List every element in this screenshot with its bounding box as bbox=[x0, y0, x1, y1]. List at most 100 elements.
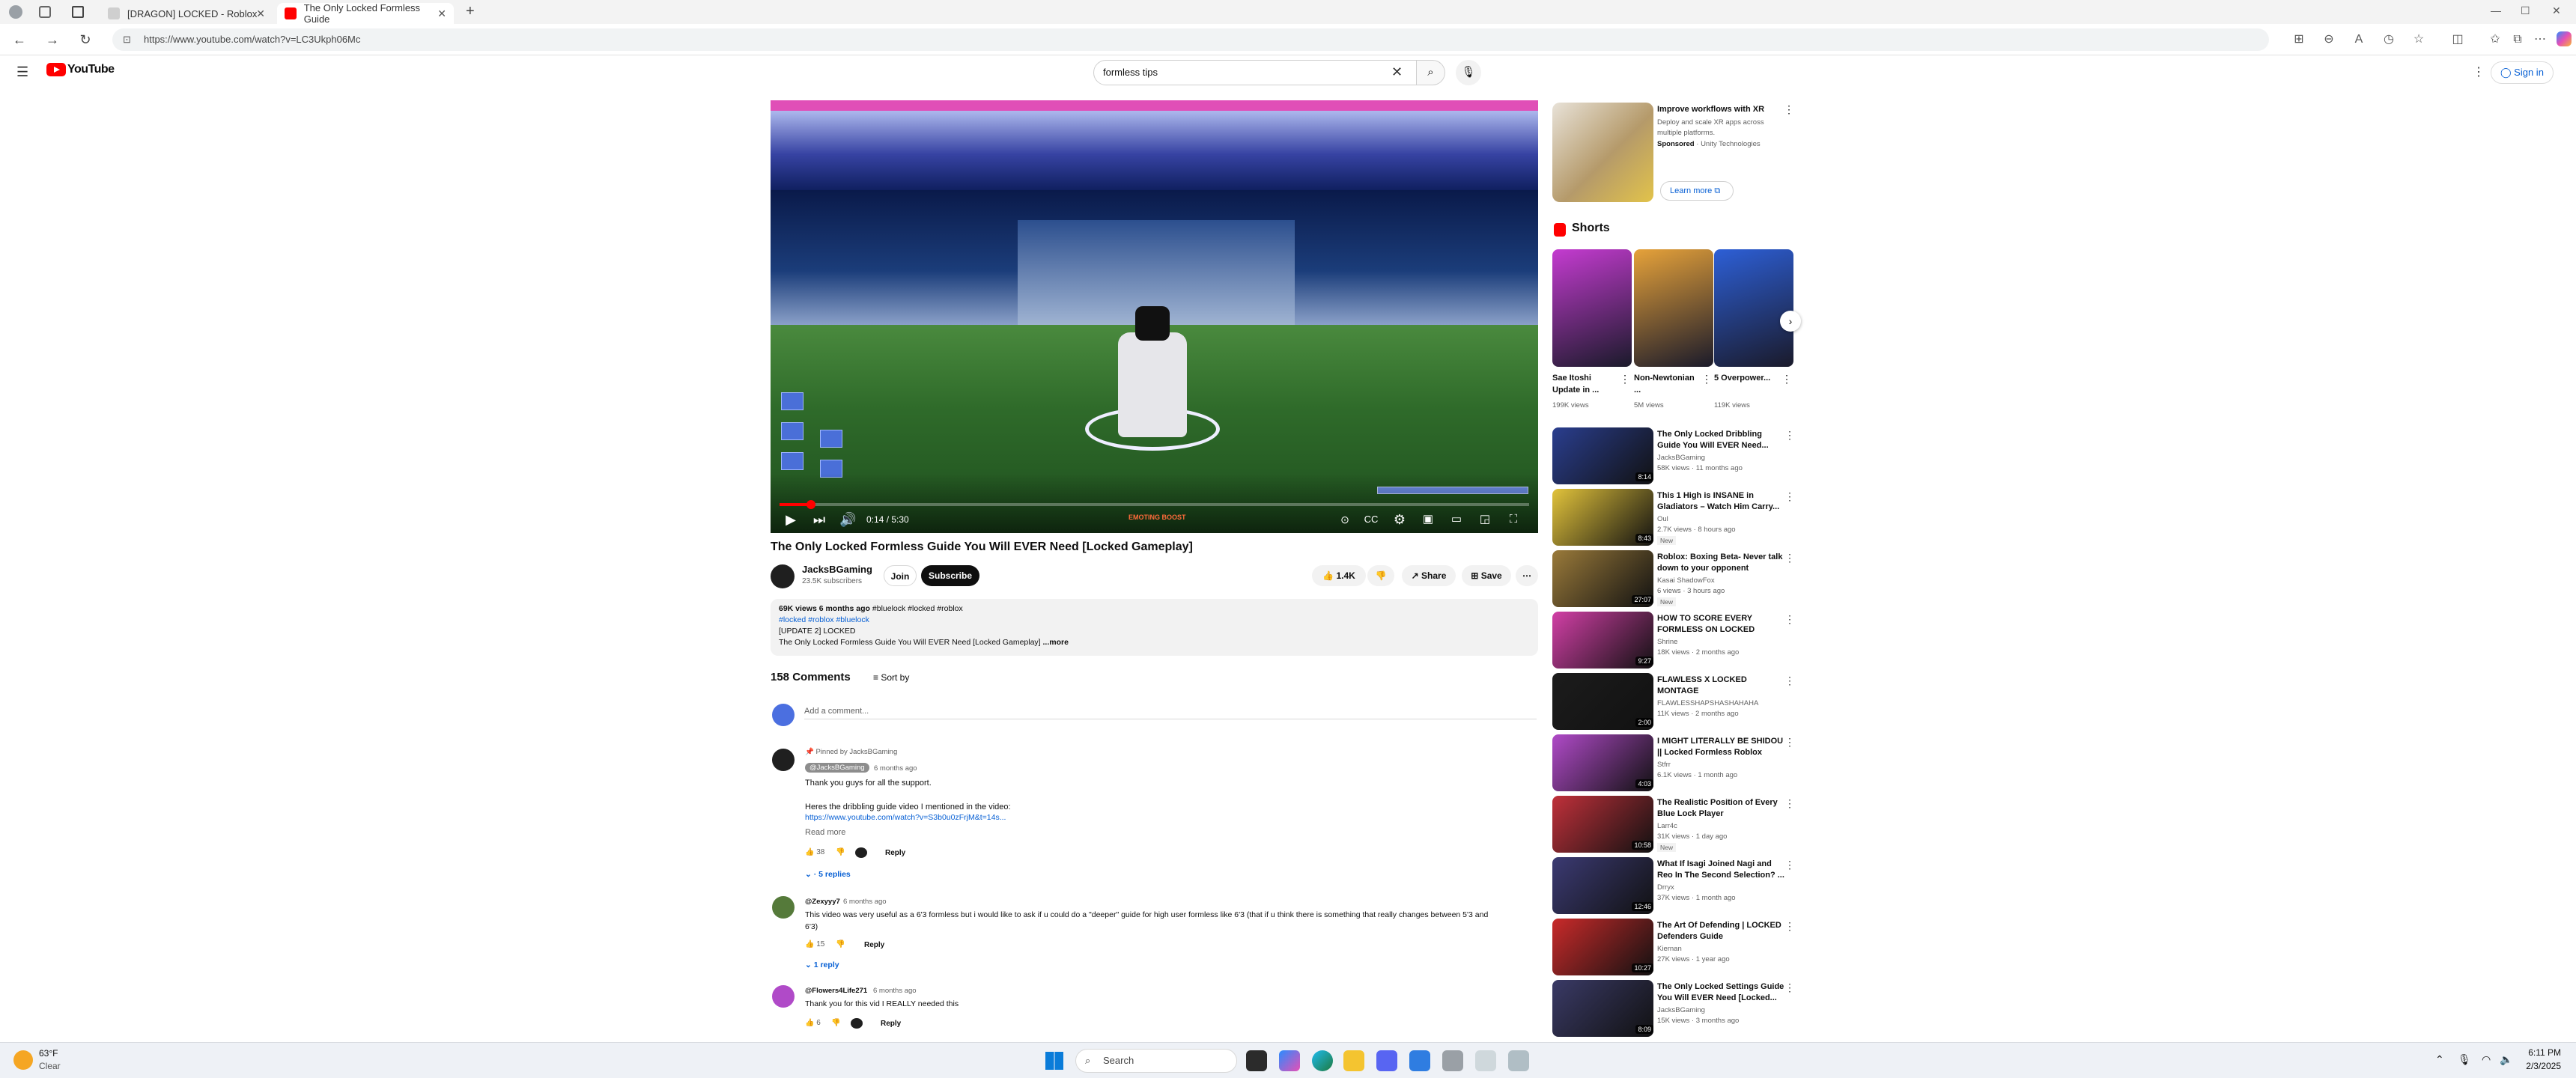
video-channel[interactable]: Larr4c bbox=[1657, 822, 1677, 830]
video-kebab-icon[interactable]: ⋮ bbox=[1784, 920, 1795, 933]
wifi-icon[interactable]: ◠ bbox=[2482, 1053, 2491, 1066]
zoom-icon[interactable]: ⊖ bbox=[2321, 32, 2336, 47]
progress-bar[interactable] bbox=[780, 500, 1529, 509]
forward-icon[interactable]: → bbox=[43, 31, 61, 49]
comment-author[interactable]: @Flowers4Life271 bbox=[805, 987, 867, 995]
video-kebab-icon[interactable]: ⋮ bbox=[1784, 552, 1795, 564]
play-icon[interactable]: ▶ bbox=[783, 511, 799, 529]
app-icon[interactable] bbox=[1475, 1050, 1496, 1071]
close-tab-icon[interactable]: ✕ bbox=[437, 7, 446, 20]
more-actions-button[interactable]: ⋯ bbox=[1516, 565, 1538, 586]
tab-youtube[interactable]: The Only Locked Formless Guide ✕ bbox=[277, 2, 454, 25]
minimize-icon[interactable]: — bbox=[2491, 4, 2501, 16]
ad-kebab-icon[interactable]: ⋮ bbox=[1784, 103, 1794, 116]
app-available-icon[interactable]: ⊞ bbox=[2291, 32, 2306, 47]
app-icon[interactable] bbox=[1442, 1050, 1463, 1071]
recommended-video[interactable]: 8:14 The Only Locked Dribbling Guide You … bbox=[1552, 427, 1807, 484]
recommended-video[interactable]: 8:09 The Only Locked Settings Guide You W… bbox=[1552, 980, 1807, 1037]
view-replies-button[interactable]: ⌄ 1 reply bbox=[805, 960, 839, 969]
settings-more-icon[interactable]: ⋯ bbox=[2533, 32, 2548, 47]
comment-avatar[interactable] bbox=[772, 985, 795, 1008]
channel-name[interactable]: JacksBGaming bbox=[802, 564, 872, 575]
autoplay-toggle-icon[interactable]: ⊙ bbox=[1334, 511, 1356, 529]
short-title[interactable]: Non-Newtonian ... bbox=[1634, 372, 1698, 396]
cast-icon[interactable]: ◲ bbox=[1476, 511, 1494, 529]
short-kebab-icon[interactable]: ⋮ bbox=[1701, 373, 1712, 386]
channel-avatar[interactable] bbox=[771, 564, 795, 588]
recommended-video[interactable]: 9:27 HOW TO SCORE EVERY FORMLESS ON LOCKE… bbox=[1552, 612, 1807, 669]
tab-actions-icon[interactable] bbox=[72, 6, 84, 18]
video-title[interactable]: The Realistic Position of Every Blue Loc… bbox=[1657, 797, 1784, 820]
recommended-video[interactable]: 2:00 FLAWLESS X LOCKED MONTAGE FLAWLESSHAP… bbox=[1552, 673, 1807, 730]
close-tab-icon[interactable]: ✕ bbox=[256, 7, 265, 20]
reload-icon[interactable]: ↻ bbox=[76, 31, 94, 49]
next-icon[interactable]: ⏭ bbox=[811, 511, 827, 529]
dislike-button[interactable]: 👎 bbox=[1367, 565, 1394, 586]
collections-icon[interactable]: ⧉ bbox=[2510, 32, 2525, 47]
favorite-star-icon[interactable]: ☆ bbox=[2411, 32, 2426, 47]
video-title[interactable]: What If Isagi Joined Nagi and Reo In The… bbox=[1657, 859, 1784, 881]
split-screen-icon[interactable]: ◫ bbox=[2450, 32, 2465, 47]
reply-button[interactable]: Reply bbox=[864, 941, 884, 949]
comment-time[interactable]: 6 months ago bbox=[873, 987, 917, 995]
share-button[interactable]: ↗ Share bbox=[1402, 565, 1456, 586]
recommended-video[interactable]: 12:46 What If Isagi Joined Nagi and Reo I… bbox=[1552, 857, 1807, 914]
microphone-icon[interactable]: 🎙 bbox=[2458, 1053, 2471, 1066]
like-button[interactable]: 👍 1.4K bbox=[1312, 565, 1366, 586]
video-channel[interactable]: FLAWLESSHAPSHASHAHAHA bbox=[1657, 699, 1758, 707]
comment-link[interactable]: https://www.youtube.com/watch?v=S3b0u0zF… bbox=[805, 813, 1006, 822]
comment-time[interactable]: 6 months ago bbox=[843, 898, 887, 906]
video-title[interactable]: The Only Locked Settings Guide You Will … bbox=[1657, 981, 1784, 1004]
comment-like-button[interactable]: 👍 15 bbox=[805, 940, 824, 948]
scrubber-handle[interactable] bbox=[806, 500, 816, 509]
recommended-video[interactable]: 8:43 This 1 High is INSANE in Gladiators … bbox=[1552, 489, 1807, 546]
back-icon[interactable]: ← bbox=[10, 31, 28, 49]
video-channel[interactable]: JacksBGaming bbox=[1657, 1006, 1705, 1014]
search-input[interactable]: formless tips bbox=[1093, 60, 1417, 85]
video-kebab-icon[interactable]: ⋮ bbox=[1784, 613, 1795, 626]
add-comment-input[interactable]: Add a comment... bbox=[804, 707, 1537, 719]
video-title[interactable]: The Only Locked Dribbling Guide You Will… bbox=[1657, 429, 1784, 451]
video-player[interactable]: EMOTING BOOST ▶ ⏭ 🔊 0:14 / 5:30 ⊙ CC ⚙ ▣… bbox=[771, 100, 1538, 533]
video-title[interactable]: FLAWLESS X LOCKED MONTAGE bbox=[1657, 674, 1784, 697]
read-aloud-icon[interactable]: A bbox=[2351, 32, 2366, 47]
view-replies-button[interactable]: ⌄ · 5 replies bbox=[805, 870, 851, 879]
video-channel[interactable]: Shrine bbox=[1657, 638, 1677, 646]
reply-button[interactable]: Reply bbox=[881, 1020, 901, 1028]
copilot-icon[interactable] bbox=[2557, 31, 2572, 46]
video-kebab-icon[interactable]: ⋮ bbox=[1784, 429, 1795, 442]
short-kebab-icon[interactable]: ⋮ bbox=[1781, 373, 1792, 386]
subscribe-button[interactable]: Subscribe bbox=[921, 565, 979, 586]
tab-roblox[interactable]: [DRAGON] LOCKED - Roblox ✕ bbox=[100, 3, 273, 24]
taskbar-search[interactable]: ⌕ Search bbox=[1075, 1049, 1237, 1073]
learn-more-button[interactable]: Learn more ⧉ bbox=[1660, 181, 1734, 201]
settings-icon[interactable]: ⚙ bbox=[1391, 511, 1409, 529]
join-button[interactable]: Join bbox=[884, 565, 917, 586]
task-view-icon[interactable] bbox=[1246, 1050, 1267, 1071]
recommended-video[interactable]: 4:03 I MIGHT LITERALLY BE SHIDOU || Locke… bbox=[1552, 734, 1807, 791]
comment-like-button[interactable]: 👍 6 bbox=[805, 1019, 821, 1027]
settings-kebab-icon[interactable]: ⋮ bbox=[2473, 64, 2485, 79]
weather-icon[interactable] bbox=[13, 1050, 33, 1070]
comment-dislike-button[interactable]: 👎 bbox=[831, 1019, 840, 1027]
photos-icon[interactable] bbox=[1409, 1050, 1430, 1071]
video-channel[interactable]: Kiernan bbox=[1657, 945, 1682, 953]
copilot-app-icon[interactable] bbox=[1279, 1050, 1300, 1071]
video-description[interactable]: 69K views 6 months ago #bluelock #locked… bbox=[771, 599, 1538, 656]
edge-icon[interactable] bbox=[1312, 1050, 1333, 1071]
comment-avatar[interactable] bbox=[772, 896, 795, 919]
recommended-video[interactable]: 27:07 Roblox: Boxing Beta- Never talk dow… bbox=[1552, 550, 1807, 607]
video-channel[interactable]: Kasai ShadowFox bbox=[1657, 576, 1715, 585]
video-kebab-icon[interactable]: ⋮ bbox=[1784, 797, 1795, 810]
video-title[interactable]: HOW TO SCORE EVERY FORMLESS ON LOCKED bbox=[1657, 613, 1784, 636]
clock-time[interactable]: 6:11 PM bbox=[2516, 1047, 2561, 1058]
youtube-logo[interactable]: YouTube bbox=[46, 63, 115, 76]
site-info-icon[interactable]: ⊡ bbox=[123, 28, 131, 51]
short-thumbnail[interactable] bbox=[1634, 249, 1713, 367]
theater-mode-icon[interactable]: ▭ bbox=[1448, 511, 1465, 529]
app-icon[interactable] bbox=[1508, 1050, 1529, 1071]
discord-icon[interactable] bbox=[1376, 1050, 1397, 1071]
video-kebab-icon[interactable]: ⋮ bbox=[1784, 490, 1795, 503]
reply-button[interactable]: Reply bbox=[885, 849, 905, 857]
ad-title[interactable]: Improve workflows with XR bbox=[1657, 104, 1764, 115]
